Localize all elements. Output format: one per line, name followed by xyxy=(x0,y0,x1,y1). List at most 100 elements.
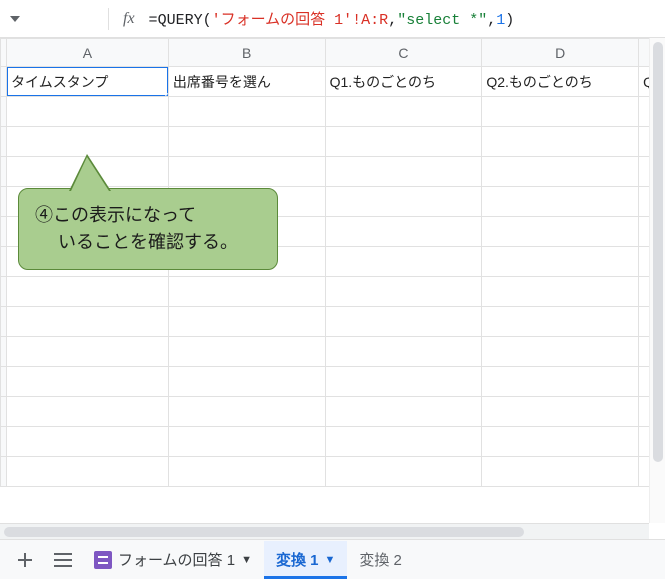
cell[interactable] xyxy=(7,277,169,307)
cell[interactable] xyxy=(7,457,169,487)
table-row xyxy=(1,277,665,307)
cell[interactable] xyxy=(482,127,639,157)
cell[interactable] xyxy=(482,337,639,367)
tok-eq: = xyxy=(149,12,158,29)
annotation-callout: ④この表示になって いることを確認する。 xyxy=(18,188,278,270)
tab-henkan1[interactable]: 変換 1 ▼ xyxy=(264,541,347,579)
tok-arg1b: フォームの回答 1 xyxy=(221,12,344,29)
tok-close: ) xyxy=(505,12,514,29)
plus-icon xyxy=(16,551,34,569)
table-row xyxy=(1,397,665,427)
tok-arg1a: ' xyxy=(212,12,221,29)
cell[interactable] xyxy=(325,427,482,457)
table-row xyxy=(1,307,665,337)
tok-arg3: 1 xyxy=(496,12,505,29)
col-header-A[interactable]: A xyxy=(7,39,169,67)
horizontal-scrollbar[interactable] xyxy=(0,523,649,539)
selection-handle[interactable] xyxy=(165,93,169,97)
add-sheet-button[interactable] xyxy=(6,541,44,579)
cell[interactable] xyxy=(482,187,639,217)
cell-C1[interactable]: Q1.ものごとのち xyxy=(325,67,482,97)
formula-input[interactable]: =QUERY('フォームの回答 1'!A:R,"select *",1) xyxy=(149,8,665,29)
cell[interactable] xyxy=(168,337,325,367)
cell[interactable] xyxy=(7,127,169,157)
vertical-scrollbar[interactable] xyxy=(649,38,665,523)
cell-A1[interactable]: タイムスタンプ xyxy=(7,67,169,97)
cell[interactable] xyxy=(168,397,325,427)
cell[interactable] xyxy=(325,277,482,307)
cell[interactable] xyxy=(7,97,169,127)
cell[interactable] xyxy=(168,427,325,457)
tok-open: ( xyxy=(203,12,212,29)
cell[interactable] xyxy=(325,367,482,397)
tab-label: 変換 1 xyxy=(276,549,319,570)
table-row xyxy=(1,337,665,367)
cell[interactable] xyxy=(168,97,325,127)
formula-bar: fx =QUERY('フォームの回答 1'!A:R,"select *",1) xyxy=(0,0,665,38)
cell[interactable] xyxy=(482,457,639,487)
tok-arg2: "select *" xyxy=(397,12,487,29)
callout-tail xyxy=(71,157,109,191)
table-row: タイムスタンプ 出席番号を選ん Q1.ものごとのち Q2.ものごとのち Q xyxy=(1,67,665,97)
spreadsheet-grid[interactable]: A B C D タイムスタンプ 出席番号を選ん Q1.ものごとのち Q2.ものご… xyxy=(0,38,665,539)
cell[interactable] xyxy=(325,337,482,367)
cell[interactable] xyxy=(482,427,639,457)
cell[interactable] xyxy=(168,127,325,157)
cell[interactable] xyxy=(482,367,639,397)
tab-henkan2[interactable]: 変換 2 xyxy=(347,541,420,579)
table-row xyxy=(1,457,665,487)
cell[interactable] xyxy=(168,277,325,307)
scrollbar-thumb[interactable] xyxy=(653,42,663,462)
cell[interactable] xyxy=(325,127,482,157)
cell[interactable] xyxy=(482,217,639,247)
cell[interactable] xyxy=(325,307,482,337)
cell[interactable] xyxy=(325,187,482,217)
cell[interactable] xyxy=(7,427,169,457)
name-box[interactable] xyxy=(10,16,100,22)
tok-arg1c: '!A:R xyxy=(343,12,388,29)
cell[interactable] xyxy=(168,307,325,337)
table-row xyxy=(1,367,665,397)
separator xyxy=(108,8,109,30)
all-sheets-button[interactable] xyxy=(44,541,82,579)
cell[interactable] xyxy=(325,397,482,427)
tab-label: フォームの回答 1 xyxy=(118,549,235,570)
chevron-down-icon: ▼ xyxy=(241,554,252,566)
cell-A1-text: タイムスタンプ xyxy=(11,74,108,90)
cell-B1[interactable]: 出席番号を選ん xyxy=(168,67,325,97)
callout-line1: ④この表示になって xyxy=(35,202,277,229)
tab-form-responses[interactable]: フォームの回答 1 ▼ xyxy=(82,541,264,579)
cell[interactable] xyxy=(325,97,482,127)
cell-D1[interactable]: Q2.ものごとのち xyxy=(482,67,639,97)
callout-line2: いることを確認する。 xyxy=(35,229,277,256)
cell[interactable] xyxy=(325,457,482,487)
cell[interactable] xyxy=(482,157,639,187)
cell[interactable] xyxy=(7,397,169,427)
col-header-B[interactable]: B xyxy=(168,39,325,67)
table-row xyxy=(1,427,665,457)
col-header-D[interactable]: D xyxy=(482,39,639,67)
cell[interactable] xyxy=(168,157,325,187)
form-sheet-icon xyxy=(94,551,112,569)
cell[interactable] xyxy=(325,217,482,247)
cell[interactable] xyxy=(325,157,482,187)
cell[interactable] xyxy=(168,457,325,487)
tok-comma2: , xyxy=(487,12,496,29)
cell[interactable] xyxy=(7,307,169,337)
cell[interactable] xyxy=(7,337,169,367)
cell[interactable] xyxy=(482,307,639,337)
cell[interactable] xyxy=(482,397,639,427)
tok-comma1: , xyxy=(388,12,397,29)
cell[interactable] xyxy=(7,367,169,397)
column-header-row: A B C D xyxy=(1,39,665,67)
col-header-C[interactable]: C xyxy=(325,39,482,67)
menu-icon xyxy=(54,553,72,567)
cell[interactable] xyxy=(482,247,639,277)
tab-label: 変換 2 xyxy=(359,549,402,570)
cell[interactable] xyxy=(482,97,639,127)
cell[interactable] xyxy=(325,247,482,277)
scrollbar-thumb[interactable] xyxy=(4,527,524,537)
cell[interactable] xyxy=(482,277,639,307)
cell[interactable] xyxy=(168,367,325,397)
table-row xyxy=(1,127,665,157)
